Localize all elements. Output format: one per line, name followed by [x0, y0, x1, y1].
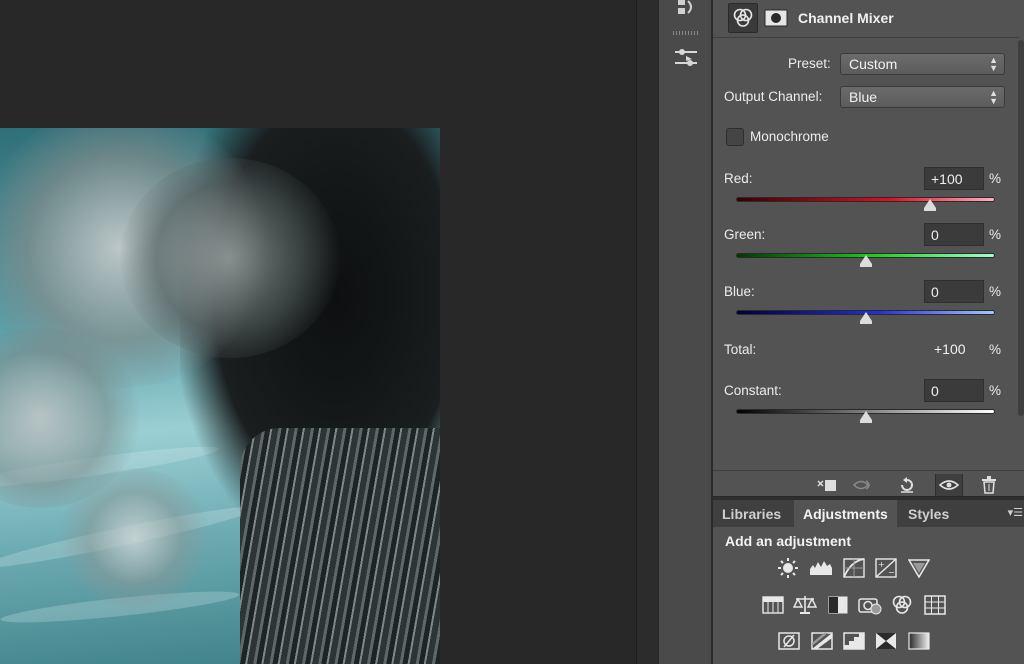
gradient-map-icon[interactable]: [907, 630, 931, 652]
output-channel-select[interactable]: Blue ▲ ▼: [840, 86, 1005, 108]
green-value-field[interactable]: 0: [924, 223, 984, 246]
properties-footer: [713, 470, 1024, 497]
foliage: [120, 158, 340, 358]
tab-libraries[interactable]: Libraries: [713, 500, 790, 527]
channel-mixer-icon[interactable]: [890, 594, 914, 616]
constant-label: Constant:: [724, 383, 782, 398]
posterize-icon[interactable]: [810, 630, 834, 652]
visibility-eye-icon[interactable]: [935, 474, 963, 496]
blue-label: Blue:: [724, 284, 755, 299]
panel-grip[interactable]: [673, 31, 699, 35]
total-percent: %: [989, 342, 1002, 357]
total-value: +100: [934, 341, 966, 357]
layer-mask-icon[interactable]: [761, 3, 791, 33]
red-value-field[interactable]: +100: [924, 167, 984, 190]
history-panel-icon[interactable]: [671, 0, 701, 22]
curves-icon[interactable]: [842, 557, 866, 579]
red-percent: %: [989, 171, 1002, 186]
properties-panel-icon[interactable]: [671, 45, 701, 71]
view-previous-state-icon[interactable]: [851, 474, 879, 496]
constant-value-field[interactable]: 0: [924, 379, 984, 402]
select-arrows-icon: ▲ ▼: [989, 55, 998, 73]
preset-label: Preset:: [788, 56, 831, 71]
properties-panel: Channel Mixer Preset: Custom ▲ ▼ Output C…: [712, 0, 1024, 496]
photo-filter-icon[interactable]: [858, 594, 882, 616]
adjustments-heading: Add an adjustment: [725, 533, 852, 549]
panel-dock-gap: [636, 0, 658, 664]
red-slider-thumb[interactable]: [924, 199, 937, 211]
foliage: [60, 468, 210, 608]
hue-saturation-icon[interactable]: [761, 594, 785, 616]
panel-tab-bar: Libraries Adjustments Styles ▾☰: [713, 500, 1024, 527]
green-percent: %: [989, 227, 1002, 242]
document-image[interactable]: [0, 128, 440, 664]
adjustments-panel: Libraries Adjustments Styles ▾☰ Add an a…: [712, 497, 1024, 664]
tree-trunk: [240, 428, 440, 664]
reset-icon[interactable]: [893, 474, 921, 496]
output-channel-value: Blue: [849, 89, 878, 105]
preset-select[interactable]: Custom ▲ ▼: [840, 53, 1005, 75]
blue-value-field[interactable]: 0: [924, 280, 984, 303]
clip-to-layer-button[interactable]: [813, 474, 841, 496]
constant-percent: %: [989, 383, 1002, 398]
tab-adjustments[interactable]: Adjustments: [794, 500, 897, 527]
monochrome-label: Monochrome: [750, 129, 829, 144]
blue-percent: %: [989, 284, 1002, 299]
document-canvas[interactable]: [0, 0, 636, 664]
panel-title: Channel Mixer: [798, 10, 894, 26]
output-channel-label: Output Channel:: [724, 89, 823, 104]
select-arrows-icon: ▲ ▼: [989, 88, 998, 106]
black-white-icon[interactable]: [826, 594, 850, 616]
preset-value: Custom: [849, 56, 898, 72]
constant-slider-thumb[interactable]: [859, 411, 872, 423]
blue-slider-thumb[interactable]: [859, 312, 872, 324]
channel-mixer-icon[interactable]: [728, 3, 758, 33]
monochrome-checkbox[interactable]: [726, 128, 744, 146]
levels-icon[interactable]: [809, 557, 833, 579]
panel-menu-icon[interactable]: ▾☰: [1008, 506, 1023, 519]
properties-scrollbar[interactable]: [1018, 40, 1024, 416]
properties-header: Channel Mixer: [713, 0, 1019, 38]
vibrance-icon[interactable]: [907, 557, 931, 579]
green-slider-thumb[interactable]: [859, 255, 872, 267]
exposure-icon[interactable]: + −: [874, 557, 898, 579]
tab-styles[interactable]: Styles: [899, 500, 958, 527]
selective-color-icon[interactable]: [874, 630, 898, 652]
collapsed-panels-toolbar: [658, 0, 712, 664]
trash-icon[interactable]: [975, 474, 1003, 496]
color-balance-icon[interactable]: [793, 594, 817, 616]
green-label: Green:: [724, 227, 766, 242]
total-label: Total:: [724, 342, 757, 357]
red-label: Red:: [724, 171, 753, 186]
svg-text:+: +: [878, 560, 885, 569]
invert-icon[interactable]: [777, 630, 801, 652]
svg-text:−: −: [888, 568, 895, 577]
threshold-icon[interactable]: [842, 630, 866, 652]
brightness-contrast-icon[interactable]: [776, 557, 800, 579]
red-slider-track[interactable]: [736, 197, 995, 202]
color-lookup-icon[interactable]: [923, 594, 947, 616]
